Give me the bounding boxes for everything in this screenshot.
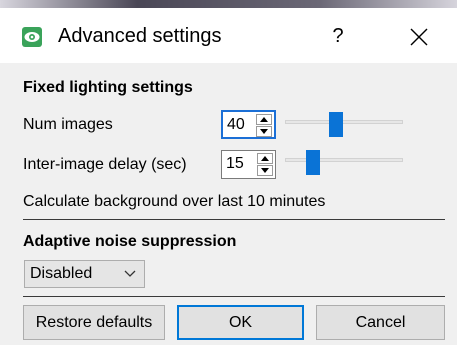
noise-suppression-selected: Disabled [30,265,93,282]
arrow-down-icon [260,129,268,134]
buttons-divider [23,296,445,297]
dialog-title: Advanced settings [58,25,222,47]
inter-image-delay-value: 15 [226,155,244,172]
num-images-stepper [256,114,272,137]
close-icon [410,28,428,46]
noise-suppression-dropdown[interactable]: Disabled [24,260,145,288]
chevron-down-icon [124,270,136,277]
slider-track [285,158,403,162]
num-images-spinbox[interactable]: 40 [221,110,276,139]
help-button[interactable]: ? [326,22,350,50]
inter-image-delay-spinbox[interactable]: 15 [221,150,276,179]
window-top-edge [0,0,457,8]
num-images-value: 40 [227,116,245,133]
eye-logo-icon [22,27,42,47]
close-button[interactable] [405,22,433,50]
inter-image-delay-decrement-button[interactable] [257,165,273,176]
inter-image-delay-stepper [257,153,273,176]
num-images-label: Num images [23,116,113,133]
fixed-lighting-heading: Fixed lighting settings [23,79,193,96]
background-note: Calculate background over last 10 minute… [23,193,326,210]
arrow-up-icon [260,117,268,122]
num-images-increment-button[interactable] [256,114,272,125]
adaptive-noise-heading: Adaptive noise suppression [23,233,237,250]
title-bar: Advanced settings ? [0,8,457,63]
num-images-slider[interactable] [285,112,403,137]
inter-image-delay-slider[interactable] [285,150,403,175]
arrow-down-icon [261,168,269,173]
section-divider [23,219,445,220]
arrow-up-icon [261,156,269,161]
num-images-decrement-button[interactable] [256,126,272,137]
restore-defaults-button[interactable]: Restore defaults [23,305,165,340]
slider-thumb[interactable] [306,150,320,175]
inter-image-delay-increment-button[interactable] [257,153,273,164]
slider-track [285,120,403,124]
inter-image-delay-label: Inter-image delay (sec) [23,156,187,173]
ok-button[interactable]: OK [177,305,304,340]
cancel-button[interactable]: Cancel [316,305,445,340]
slider-thumb[interactable] [329,112,343,137]
